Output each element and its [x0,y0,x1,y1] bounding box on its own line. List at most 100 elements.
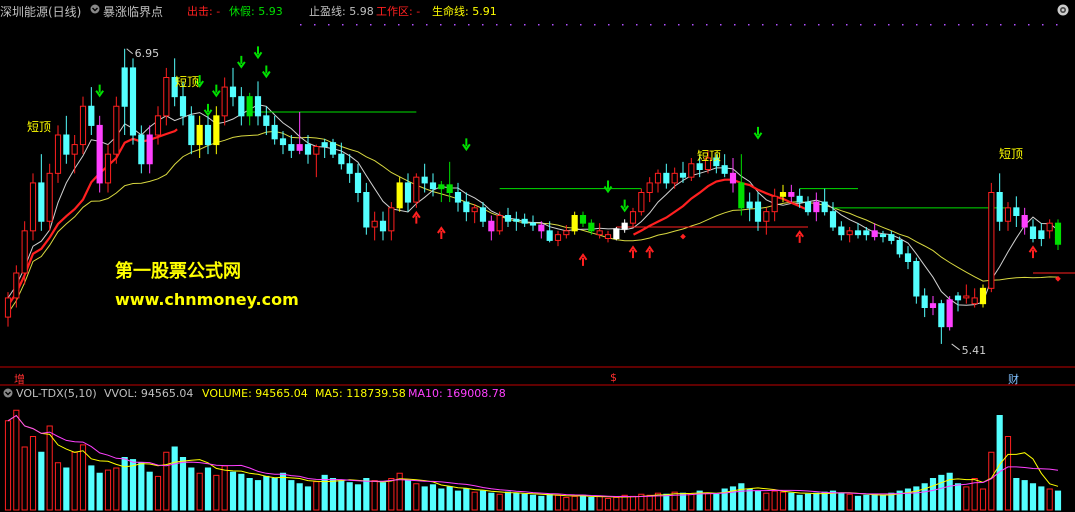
high-pointer [126,48,133,55]
volume-bar [79,444,87,511]
candle-body [454,192,462,203]
top-dotted-marker [818,24,820,26]
top-dotted-marker [524,24,526,26]
candle-body [654,172,662,184]
candle-body [113,105,120,155]
volume-bar [621,494,628,511]
candle-body [596,230,603,236]
diamond-marker [680,233,686,240]
volume-bar [188,467,195,511]
volume-bar [21,446,28,511]
volume-bar [588,496,595,511]
signal-down-arrow [462,138,471,152]
candle-body [1021,215,1028,228]
volume-bar [379,482,387,511]
candle-body [929,303,937,308]
candle-body [54,134,62,174]
volume-bar [938,474,945,511]
volume-bar [313,481,320,511]
volume-bar [946,472,953,511]
signal-up-arrow [645,245,654,259]
volume-bar [213,474,220,511]
candle-body [771,195,778,213]
candle-body [754,201,762,222]
volume-indicator-icon[interactable] [3,388,13,401]
volume-bar [29,436,37,511]
top-dotted-marker [468,24,470,26]
signal-down-arrow [203,103,213,117]
top-dotted-marker [356,24,358,26]
signal-down-arrow [620,199,629,213]
volume-bar [321,474,328,511]
candle-body [354,172,362,193]
candle-body [946,299,953,328]
candle-body [371,220,378,228]
candle-body [829,211,837,228]
indicator-icon[interactable] [90,4,100,17]
candle-body [129,67,137,136]
top-dotted-marker [1042,24,1044,26]
top-dotted-marker [482,24,484,26]
top-dotted-marker [720,24,722,26]
signal-up-arrow [1028,245,1038,259]
stock-name: 深圳能源(日线) [0,5,82,19]
candle-body [563,230,570,236]
volume-bar [863,494,870,511]
candle-body [796,195,803,203]
candle-body [146,134,153,165]
volume-bar [579,494,587,511]
top-dotted-marker [342,24,344,26]
volume-bar [346,482,353,511]
candle-body [863,230,870,236]
volume-bar [821,491,828,511]
candle-body [288,144,295,151]
volume-bar [104,469,112,511]
high-price-label: 6.95 [135,47,160,60]
top-dotted-marker [734,24,736,26]
price-chart[interactable]: 短顶短顶短顶 短顶6.955.41 [0,0,1075,512]
candle-body [638,192,645,213]
candle-body [621,222,628,230]
volume-bar [463,488,470,511]
volume-bar [746,488,753,511]
candle-body [888,234,895,241]
top-dotted-marker [538,24,540,26]
candle-body [1029,226,1037,239]
exit-label: 出击: - [187,5,221,18]
short-top-label: 短顶 [999,147,1023,161]
candle-body [154,115,162,136]
volume-bar [763,492,770,511]
top-dotted-marker [300,24,302,26]
volume-bar [629,495,637,511]
candle-body [304,144,312,155]
candle-body [521,218,528,224]
candle-body [529,222,537,226]
candle-body [238,96,245,117]
volume-bar [338,480,345,511]
volume-bar [563,496,570,511]
volume-bar [788,492,795,511]
top-dotted-marker [622,24,624,26]
candle-body [604,234,612,240]
top-dotted-marker [1028,24,1030,26]
volume-bar [229,471,237,511]
top-dotted-marker [580,24,582,26]
volume-bar [329,478,337,511]
gear-icon[interactable] [1057,4,1069,16]
top-dotted-marker [874,24,876,26]
volume-bar [288,480,295,511]
axis-mark-mid: $ [610,371,617,384]
candle-body [963,295,970,299]
volume-bar [429,484,437,511]
volume-bar [1046,488,1053,511]
volume-bar [513,492,520,511]
top-dotted-marker [384,24,386,26]
candle-body [696,163,703,170]
candle-body [471,207,478,213]
volume-bar [354,484,362,511]
volume-bar [846,493,853,511]
candle-body [1013,207,1020,216]
short-top-label: 短顶 [697,149,721,163]
top-dotted-marker [790,24,792,26]
volume-bar [954,483,962,511]
